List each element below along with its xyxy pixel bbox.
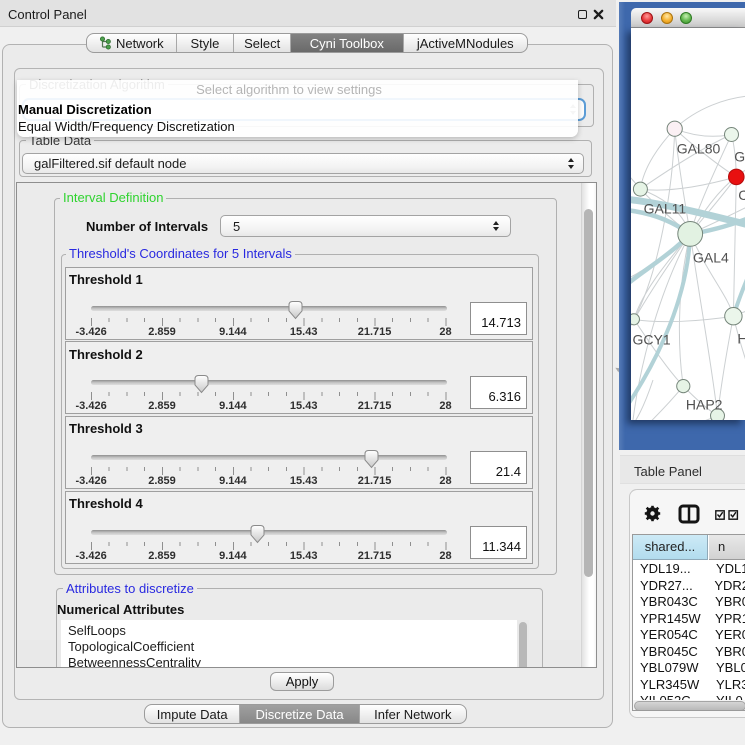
- svg-text:GAL: GAL: [734, 148, 745, 164]
- svg-text:H: H: [737, 331, 745, 347]
- svg-text:GAL4: GAL4: [693, 250, 729, 266]
- svg-text:HAP2: HAP2: [686, 397, 723, 413]
- svg-text:CY: CY: [738, 187, 745, 203]
- svg-text:GAL11: GAL11: [644, 201, 687, 217]
- svg-text:GCY1: GCY1: [633, 332, 671, 348]
- svg-text:GAL80: GAL80: [677, 140, 721, 156]
